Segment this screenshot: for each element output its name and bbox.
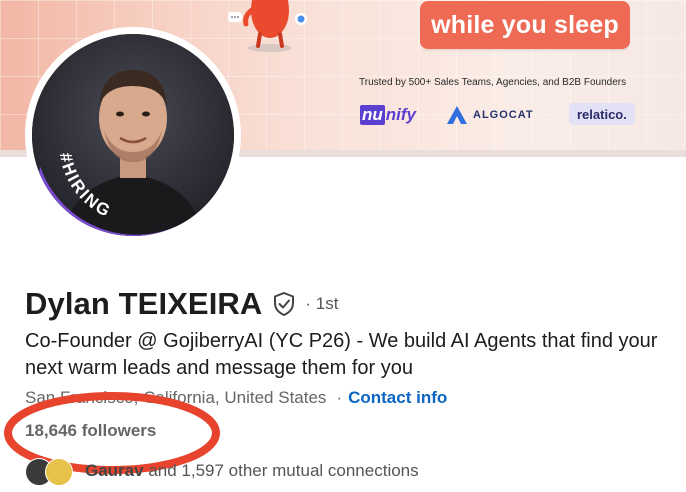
algocat-label: ALGOCAT — [473, 109, 534, 121]
cta-banner-text: while you sleep — [420, 1, 630, 49]
connection-degree: · 1st — [305, 294, 339, 313]
location-separator: · — [336, 388, 343, 407]
profile-name: Dylan TEIXEIRA — [25, 286, 263, 321]
profile-photo[interactable]: #HIRING — [32, 34, 234, 236]
name-row: Dylan TEIXEIRA · 1st — [25, 285, 338, 323]
profile-photo-illustration: #HIRING — [32, 34, 234, 236]
contact-info-link[interactable]: Contact info — [348, 388, 447, 408]
trusted-by-text: Trusted by 500+ Sales Teams, Agencies, a… — [359, 77, 627, 88]
nunify-logo: nu nify — [360, 105, 417, 125]
mutual-name: Gaurav — [85, 461, 144, 480]
relatico-logo: relatico. — [569, 103, 635, 125]
mutual-avatars — [25, 458, 77, 486]
mutual-connections-text: Gaurav and 1,597 other mutual connection… — [85, 461, 419, 481]
verified-shield-icon[interactable] — [271, 291, 297, 317]
mascot-illustration — [228, 0, 307, 52]
relatico-label: relatico. — [577, 106, 627, 122]
profile-location: San Francisco, California, United States — [25, 388, 327, 407]
mutual-connections-row[interactable]: Gaurav and 1,597 other mutual connection… — [25, 458, 419, 486]
mutual-count: and 1,597 other mutual connections — [148, 461, 419, 480]
mutual-avatar — [45, 458, 73, 486]
location-row: San Francisco, California, United States… — [25, 386, 447, 410]
algocat-mark-icon — [447, 106, 467, 124]
profile-headline: Co-Founder @ GojiberryAI (YC P26) - We b… — [25, 330, 658, 379]
followers-count[interactable]: 18,646 followers — [25, 421, 156, 441]
algocat-logo: ALGOCAT — [447, 102, 534, 128]
